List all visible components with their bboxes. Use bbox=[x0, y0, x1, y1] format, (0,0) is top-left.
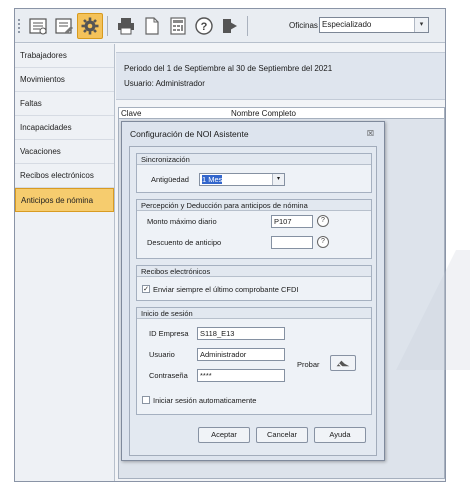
exit-icon[interactable] bbox=[217, 13, 243, 39]
sidebar-item-vacaciones[interactable]: Vacaciones bbox=[15, 140, 114, 164]
sidebar-item-anticipos[interactable]: Anticipos de nómina bbox=[15, 188, 114, 212]
period-text: Periodo del 1 de Septiembre al 30 de Sep… bbox=[124, 64, 333, 73]
calculator-icon[interactable] bbox=[165, 13, 191, 39]
sidebar-item-movimientos[interactable]: Movimientos bbox=[15, 68, 114, 92]
help-icon[interactable]: ? bbox=[317, 215, 329, 227]
period-header: Periodo del 1 de Septiembre al 30 de Sep… bbox=[116, 52, 445, 100]
empresa-field[interactable]: S118_E13 bbox=[197, 327, 285, 340]
group-title: Recibos electrónicos bbox=[137, 266, 371, 277]
edit-list-icon[interactable] bbox=[51, 13, 77, 39]
empresa-label: ID Empresa bbox=[149, 329, 189, 338]
group-title: Sincronización bbox=[137, 154, 371, 165]
dialog-title: Configuración de NOI Asistente bbox=[130, 129, 249, 139]
toolbar-separator bbox=[107, 16, 108, 36]
oficinas-value: Especializado bbox=[322, 20, 372, 29]
antiguedad-value: 1 Mes bbox=[202, 175, 223, 184]
sidebar-item-faltas[interactable]: Faltas bbox=[15, 92, 114, 116]
descuento-label: Descuento de anticipo bbox=[147, 238, 222, 247]
cancelar-button[interactable]: Cancelar bbox=[256, 427, 308, 443]
chevron-down-icon[interactable]: ▾ bbox=[272, 174, 284, 185]
oficinas-label: Oficinas bbox=[289, 21, 318, 30]
svg-text:?: ? bbox=[201, 21, 208, 33]
group-sesion: Inicio de sesión ID Empresa S118_E13 Usu… bbox=[136, 307, 372, 415]
enviar-checkbox[interactable]: ✓ bbox=[142, 285, 150, 293]
user-text: Usuario: Administrador bbox=[124, 79, 205, 88]
group-sincronizacion: Sincronización Antigüedad 1 Mes ▾ bbox=[136, 153, 372, 193]
descuento-field[interactable] bbox=[271, 236, 313, 249]
monto-label: Monto máximo diario bbox=[147, 217, 217, 226]
ayuda-button[interactable]: Ayuda bbox=[314, 427, 366, 443]
toolbar: ? Oficinas Especializado ▾ bbox=[15, 9, 445, 43]
group-title: Inicio de sesión bbox=[137, 308, 371, 319]
antiguedad-combo[interactable]: 1 Mes ▾ bbox=[199, 173, 285, 186]
help-icon[interactable]: ? bbox=[317, 236, 329, 248]
password-label: Contraseña bbox=[149, 371, 188, 380]
watermark-shape bbox=[396, 250, 470, 370]
gear-icon[interactable] bbox=[77, 13, 103, 39]
sidebar-item-incapacidades[interactable]: Incapacidades bbox=[15, 116, 114, 140]
usuario-field[interactable]: Administrador bbox=[197, 348, 285, 361]
toolbar-grip[interactable] bbox=[18, 19, 20, 33]
auto-checkbox[interactable] bbox=[142, 396, 150, 404]
oficinas-select[interactable]: Especializado ▾ bbox=[319, 17, 429, 33]
group-title: Percepción y Deducción para anticipos de… bbox=[137, 200, 371, 211]
group-recibos: Recibos electrónicos ✓ Enviar siempre el… bbox=[136, 265, 372, 301]
antiguedad-label: Antigüedad bbox=[151, 175, 189, 184]
print-icon[interactable] bbox=[113, 13, 139, 39]
sidebar: Trabajadores Movimientos Faltas Incapaci… bbox=[15, 44, 115, 481]
config-dialog: Configuración de NOI Asistente ☒ Sincron… bbox=[121, 121, 385, 461]
sidebar-item-trabajadores[interactable]: Trabajadores bbox=[15, 44, 114, 68]
chevron-down-icon[interactable]: ▾ bbox=[414, 18, 428, 32]
enviar-label: Enviar siempre el último comprobante CFD… bbox=[153, 285, 299, 294]
group-percepcion: Percepción y Deducción para anticipos de… bbox=[136, 199, 372, 259]
aceptar-button[interactable]: Aceptar bbox=[198, 427, 250, 443]
dialog-body: Sincronización Antigüedad 1 Mes ▾ Percep… bbox=[129, 146, 377, 456]
usuario-label: Usuario bbox=[149, 350, 175, 359]
sidebar-item-recibos[interactable]: Recibos electrónicos bbox=[15, 164, 114, 188]
probar-label: Probar bbox=[297, 360, 320, 369]
document-icon[interactable] bbox=[139, 13, 165, 39]
column-nombre[interactable]: Nombre Completo bbox=[231, 109, 296, 118]
toolbar-separator bbox=[247, 16, 248, 36]
probar-button[interactable] bbox=[330, 355, 356, 371]
grid-header: Clave Nombre Completo bbox=[118, 107, 445, 119]
connect-icon bbox=[336, 360, 350, 368]
list-icon[interactable] bbox=[25, 13, 51, 39]
password-field[interactable]: **** bbox=[197, 369, 285, 382]
help-icon[interactable]: ? bbox=[191, 13, 217, 39]
monto-field[interactable]: P107 bbox=[271, 215, 313, 228]
column-clave[interactable]: Clave bbox=[121, 109, 141, 118]
auto-label: Iniciar sesión automaticamente bbox=[153, 396, 257, 405]
close-icon[interactable]: ☒ bbox=[367, 129, 374, 138]
